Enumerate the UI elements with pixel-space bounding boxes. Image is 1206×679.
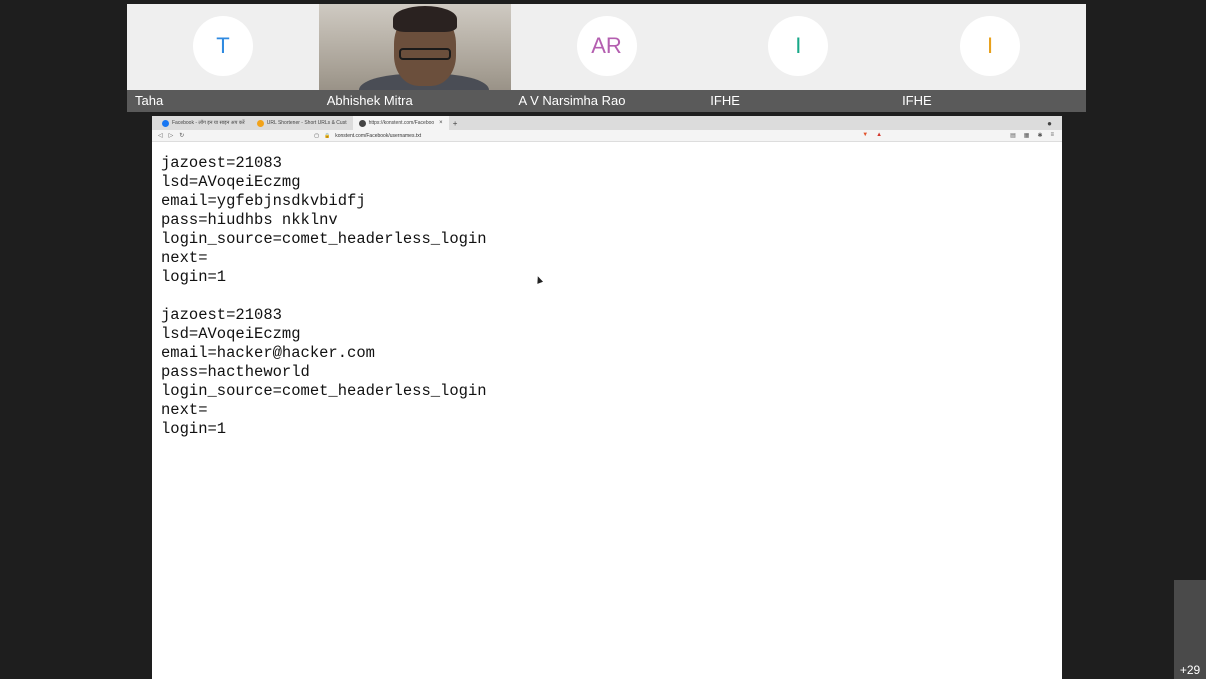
- browser-tab-active[interactable]: https://konstent.com/Faceboo ×: [352, 116, 449, 130]
- toolbar-right: ▼ ▲ ▤ ▦ ✱ ≡: [862, 132, 1054, 139]
- globe-icon: [358, 119, 366, 127]
- participant-name: Abhishek Mitra: [318, 90, 511, 112]
- text-line: email=ygfebjnsdkvbidfj: [161, 192, 366, 210]
- browser-tab[interactable]: URL Shortener - Short URLs & Cust: [251, 116, 353, 130]
- text-line: login_source=comet_headerless_login: [161, 382, 487, 400]
- close-tab-icon[interactable]: ×: [439, 120, 443, 126]
- text-line: jazoest=21083: [161, 154, 282, 172]
- avatar: T: [192, 16, 253, 76]
- reload-icon[interactable]: ↻: [179, 132, 184, 139]
- brave-rewards-icon[interactable]: ▲: [876, 132, 882, 139]
- extensions-icon[interactable]: ✱: [1037, 132, 1042, 139]
- text-line: jazoest=21083: [161, 306, 282, 324]
- video-person-glasses: [398, 48, 451, 60]
- facebook-icon: [162, 119, 169, 127]
- participant-tile[interactable]: I IFHE: [702, 4, 895, 112]
- participant-tile[interactable]: AR A V Narsimha Rao: [510, 4, 703, 112]
- translate-icon[interactable]: ▦: [1024, 132, 1030, 139]
- more-participants-button[interactable]: +29: [1174, 580, 1206, 679]
- text-line: login_source=comet_headerless_login: [161, 230, 487, 248]
- settings-icon[interactable]: ●: [1047, 119, 1052, 128]
- tab-label: https://konstent.com/Faceboo: [368, 120, 435, 126]
- lock-icon: 🔒: [324, 132, 331, 139]
- url-text: konstent.com/Facebook/usernames.txt: [335, 132, 422, 139]
- participant-name: IFHE: [702, 90, 895, 112]
- participant-name: A V Narsimha Rao: [510, 90, 703, 112]
- new-tab-button[interactable]: +: [453, 119, 458, 128]
- browser-nav-bar: ◁ ▷ ↻ ▢ 🔒 konstent.com/Facebook/username…: [152, 130, 1062, 142]
- text-line: lsd=AVoqeiEczmg: [161, 325, 301, 343]
- text-line: login=1: [161, 420, 227, 438]
- participant-strip: T Taha Abhishek Mitra AR A V Narsimha Ra…: [127, 4, 1087, 112]
- forward-icon[interactable]: ▷: [169, 132, 174, 139]
- text-line: login=1: [161, 268, 227, 286]
- menu-icon[interactable]: ≡: [1050, 132, 1054, 139]
- text-file-content: jazoest=21083 lsd=AVoqeiEczmg email=ygfe…: [152, 142, 1062, 439]
- bookmark-icon[interactable]: ▢: [314, 133, 319, 139]
- shared-screen: Facebook - लॉग इन या साइन अप करें URL Sh…: [152, 116, 1062, 679]
- text-line: next=: [161, 401, 208, 419]
- participant-tile-video[interactable]: Abhishek Mitra: [318, 4, 511, 112]
- browser-tab-bar: Facebook - लॉग इन या साइन अप करें URL Sh…: [152, 116, 1062, 130]
- video-person-hair: [392, 6, 457, 32]
- avatar: AR: [576, 16, 637, 76]
- url-shortener-icon: [256, 119, 264, 127]
- tab-label: Facebook - लॉग इन या साइन अप करें: [172, 120, 245, 126]
- text-line: next=: [161, 249, 208, 267]
- participant-tile[interactable]: I IFHE: [894, 4, 1087, 112]
- back-icon[interactable]: ◁: [158, 132, 163, 139]
- more-participants-count: +29: [1179, 663, 1201, 677]
- tab-label: URL Shortener - Short URLs & Cust: [266, 120, 347, 126]
- text-line: lsd=AVoqeiEczmg: [161, 173, 301, 191]
- text-line: pass=hactheworld: [161, 363, 310, 381]
- avatar: I: [960, 16, 1021, 76]
- browser-tab[interactable]: Facebook - लॉग इन या साइन अप करें: [156, 116, 251, 130]
- reading-list-icon[interactable]: ▤: [1010, 132, 1016, 139]
- credentials-block: jazoest=21083 lsd=AVoqeiEczmg email=ygfe…: [161, 154, 1062, 287]
- credentials-block: jazoest=21083 lsd=AVoqeiEczmg email=hack…: [161, 306, 1062, 439]
- text-line: pass=hiudhbs nkklnv: [161, 211, 338, 229]
- text-line: email=hacker@hacker.com: [161, 344, 375, 362]
- brave-shield-icon[interactable]: ▼: [862, 132, 868, 139]
- address-bar[interactable]: ▢ 🔒 konstent.com/Facebook/usernames.txt: [314, 133, 421, 139]
- participant-tile[interactable]: T Taha: [127, 4, 319, 112]
- participant-name: IFHE: [894, 90, 1087, 112]
- participant-name: Taha: [127, 90, 319, 112]
- avatar: I: [768, 16, 829, 76]
